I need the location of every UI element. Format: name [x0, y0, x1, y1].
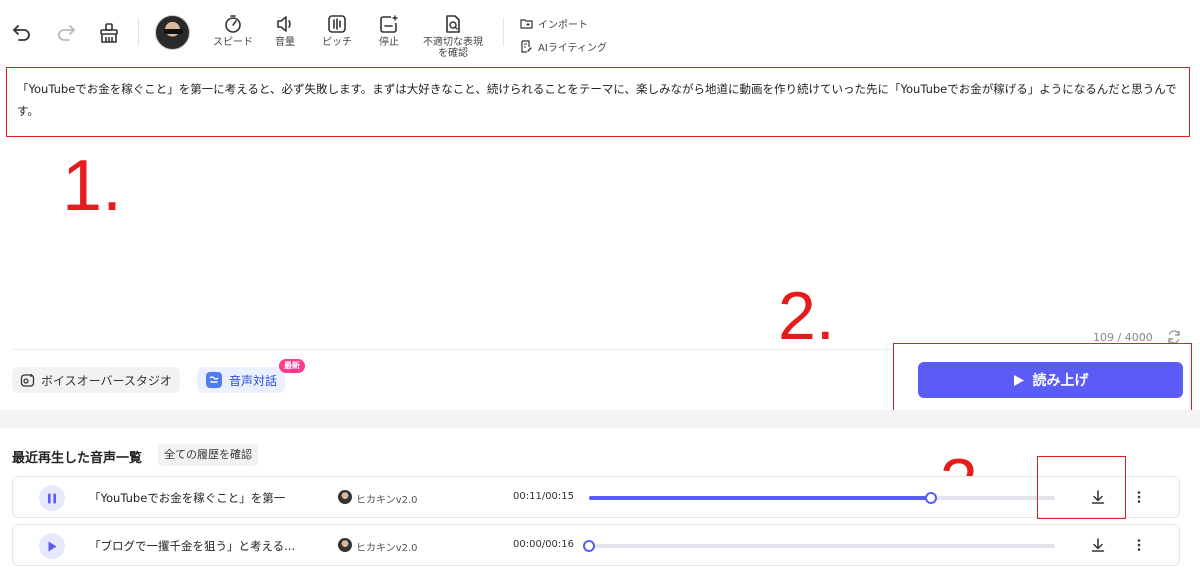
voice-avatar-small: [338, 538, 352, 552]
voice-chat-button[interactable]: 音声対話: [197, 367, 286, 393]
pitch-button[interactable]: ピッチ: [307, 14, 367, 48]
annotation-one: 1.: [62, 146, 123, 226]
row-title: 「ブログで一攫千金を狙う」と考える...: [89, 539, 296, 553]
ai-writing-button[interactable]: AIライティング: [520, 39, 607, 54]
content-check-label: 不適切な表現 を確認: [423, 37, 483, 59]
row-title: 「YouTubeでお金を稼ぐこと」を第一: [89, 491, 286, 505]
toolbar-divider: [138, 18, 139, 46]
play-icon: [48, 541, 57, 551]
toolbar-divider: [503, 18, 504, 46]
more-options-icon[interactable]: [1131, 537, 1147, 557]
pitch-icon: [328, 15, 346, 33]
studio-label: ボイスオーバースタジオ: [41, 373, 172, 388]
voice-avatar-small: [338, 490, 352, 504]
voice-chat-label: 音声対話: [229, 373, 278, 388]
import-button[interactable]: インポート: [520, 16, 588, 31]
recent-title: 最近再生した音声一覧: [12, 451, 143, 466]
editor-divider: [12, 349, 892, 350]
progress-fill: [589, 496, 931, 500]
read-aloud-label: 読み上げ: [1032, 373, 1089, 389]
content-check-icon: [446, 15, 460, 33]
speed-label: スピード: [213, 37, 253, 48]
row-voice-name: ヒカキンv2.0: [356, 543, 418, 554]
speed-button[interactable]: スピード: [203, 14, 263, 48]
progress-knob[interactable]: [583, 540, 595, 552]
redo-icon[interactable]: [54, 20, 78, 44]
pause-label: 停止: [379, 37, 399, 48]
recent-row: 「YouTubeでお金を稼ぐこと」を第一 ヒカキンv2.0 00:11/00:1…: [12, 476, 1180, 518]
new-badge: 最新: [279, 359, 305, 373]
import-label: インポート: [538, 20, 588, 31]
pause-icon: [48, 493, 56, 503]
row-time: 00:00/00:16: [513, 539, 575, 550]
toolbar: スピード 音量 ピッチ 停止 不適切な表現 を確認 インポート AIライティング: [0, 0, 1200, 64]
ai-writing-label: AIライティング: [538, 43, 607, 54]
volume-label: 音量: [275, 37, 295, 48]
annotation-box-download: [1037, 456, 1126, 519]
voice-avatar[interactable]: [155, 15, 190, 50]
volume-button[interactable]: 音量: [255, 14, 315, 48]
voiceover-studio-button[interactable]: ボイスオーバースタジオ: [12, 367, 180, 393]
progress-slider[interactable]: [583, 540, 1055, 552]
clear-brush-icon[interactable]: [96, 20, 122, 46]
folder-import-icon: [520, 19, 533, 29]
recent-row: 「ブログで一攫千金を狙う」と考える... ヒカキンv2.0 00:00/00:1…: [12, 524, 1180, 566]
play-button[interactable]: [39, 533, 65, 559]
section-separator: [0, 410, 1200, 428]
play-icon: [1013, 374, 1024, 386]
all-history-button[interactable]: 全ての履歴を確認: [158, 444, 258, 466]
pause-insert-button[interactable]: 停止: [359, 14, 419, 48]
more-options-icon[interactable]: [1131, 489, 1147, 509]
studio-icon: [20, 373, 35, 387]
progress-slider[interactable]: [589, 492, 1055, 504]
undo-icon[interactable]: [10, 20, 34, 44]
voice-chat-icon: [206, 372, 222, 388]
download-icon[interactable]: [1090, 537, 1106, 557]
content-check-button[interactable]: 不適切な表現 を確認: [413, 14, 493, 59]
row-time: 00:11/00:15: [513, 491, 575, 502]
row-voice-name: ヒカキンv2.0: [356, 495, 418, 506]
speed-icon: [225, 15, 241, 33]
editor-text[interactable]: 「YouTubeでお金を稼ぐこと」を第一に考えると、必ず失敗します。まずは大好き…: [17, 78, 1179, 122]
progress-knob[interactable]: [924, 492, 937, 504]
pitch-label: ピッチ: [322, 37, 352, 48]
pause-insert-icon: [380, 15, 398, 33]
text-editor[interactable]: 「YouTubeでお金を稼ぐこと」を第一に考えると、必ず失敗します。まずは大好き…: [6, 67, 1190, 137]
ai-writing-icon: [521, 40, 532, 53]
annotation-two: 2.: [778, 278, 835, 354]
read-aloud-button[interactable]: 読み上げ: [918, 362, 1183, 398]
pause-button[interactable]: [39, 485, 65, 511]
volume-icon: [277, 16, 291, 32]
